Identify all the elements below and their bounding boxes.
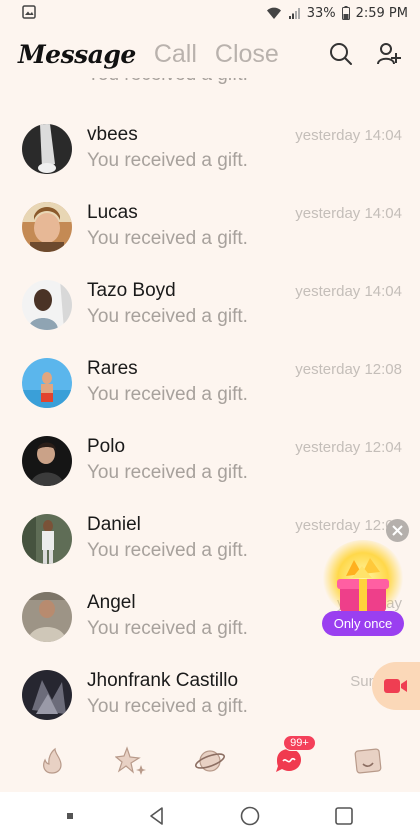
add-friend-icon[interactable] <box>376 41 402 67</box>
flame-icon <box>42 747 62 774</box>
home-icon[interactable] <box>239 805 261 827</box>
status-time: 2:59 PM <box>355 5 408 21</box>
message-preview: You received a gift. <box>87 540 248 561</box>
contact-name: Angel <box>87 592 136 613</box>
message-time: yesterday 14:04 <box>295 283 402 300</box>
gift-close-button[interactable] <box>386 519 409 542</box>
profile-card-icon <box>354 748 382 774</box>
message-preview: You received a gift. <box>87 696 248 717</box>
avatar <box>22 436 72 486</box>
signal-icon <box>288 7 300 19</box>
avatar <box>22 514 72 564</box>
message-time: yesterday 12:04 <box>295 439 402 456</box>
video-camera-icon <box>384 679 407 693</box>
gift-box-icon <box>337 558 389 612</box>
tab-close[interactable]: Close <box>215 40 279 69</box>
only-once-badge[interactable]: Only once <box>322 611 404 636</box>
contact-name: Polo <box>87 436 126 457</box>
nav-item-match[interactable] <box>111 741 151 781</box>
list-item[interactable]: Polo You received a gift. yesterday 12:0… <box>0 424 420 502</box>
gallery-notification-icon <box>22 4 36 19</box>
list-item[interactable]: Jhonfrank Castillo You received a gift. … <box>0 658 420 720</box>
avatar <box>22 280 72 330</box>
tab-call[interactable]: Call <box>154 40 197 69</box>
planet-icon <box>194 750 225 772</box>
search-icon[interactable] <box>328 41 354 67</box>
bottom-nav: 99+ <box>0 732 420 790</box>
back-icon[interactable] <box>147 806 167 826</box>
system-nav-bar <box>0 792 420 840</box>
list-item[interactable]: vbees You received a gift. yesterday 14:… <box>0 112 420 190</box>
message-time: yesterday 12:08 <box>295 361 402 378</box>
nav-item-discover[interactable] <box>32 741 72 781</box>
video-call-button[interactable] <box>372 662 420 710</box>
unread-badge: 99+ <box>283 735 316 751</box>
overview-icon[interactable] <box>334 806 354 826</box>
message-preview: You received a gift. <box>87 306 248 327</box>
avatar <box>22 124 72 174</box>
contact-name: Rares <box>87 358 138 379</box>
battery-icon <box>341 6 350 20</box>
avatar <box>22 358 72 408</box>
avatar <box>22 202 72 252</box>
message-preview: You received a gift. <box>87 78 248 86</box>
status-bar: 33% 2:59 PM <box>0 0 420 26</box>
nav-item-profile[interactable] <box>348 741 388 781</box>
message-preview: You received a gift. <box>87 462 248 483</box>
message-time: yesterday 14:04 <box>295 127 402 144</box>
message-header: Message Call Close <box>0 30 420 78</box>
contact-name: Daniel <box>87 514 141 535</box>
list-item[interactable]: Tazo Boyd You received a gift. yesterday… <box>0 268 420 346</box>
contact-name: vbees <box>87 124 138 145</box>
contact-name: Tazo Boyd <box>87 280 176 301</box>
wifi-icon <box>266 7 281 20</box>
close-icon <box>392 525 403 536</box>
gift-promo-widget[interactable]: Only once <box>318 540 408 636</box>
message-time: yesterday 14:04 <box>295 205 402 222</box>
message-preview: You received a gift. <box>87 618 248 639</box>
message-preview: You received a gift. <box>87 228 248 249</box>
nav-item-explore[interactable] <box>190 741 230 781</box>
avatar <box>22 670 72 720</box>
contact-name: Jhonfrank Castillo <box>87 670 239 691</box>
message-preview: You received a gift. <box>87 150 248 171</box>
contact-name: Lucas <box>87 202 138 223</box>
list-item-partial[interactable]: You received a gift. <box>22 78 402 90</box>
sparkle-star-icon <box>114 746 146 775</box>
nav-item-messages[interactable]: 99+ <box>269 735 316 781</box>
avatar <box>22 592 72 642</box>
message-preview: You received a gift. <box>87 384 248 405</box>
recent-dot-icon[interactable] <box>66 812 74 820</box>
list-item[interactable]: Rares You received a gift. yesterday 12:… <box>0 346 420 424</box>
battery-percent: 33% <box>306 5 336 21</box>
list-item[interactable]: Lucas You received a gift. yesterday 14:… <box>0 190 420 268</box>
tab-message[interactable]: Message <box>18 40 136 69</box>
